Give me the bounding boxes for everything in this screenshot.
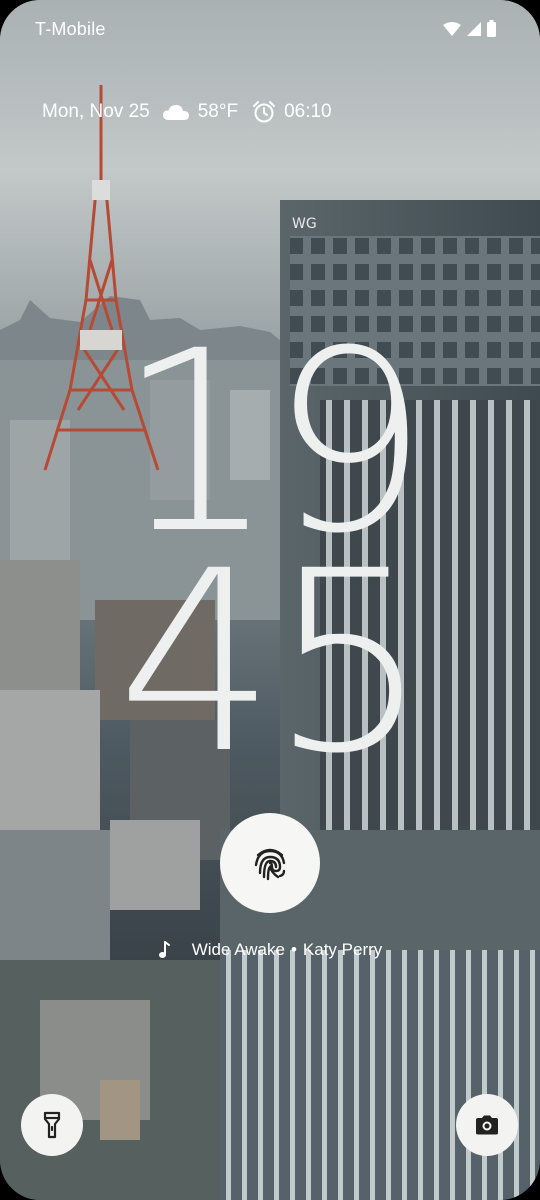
signal-icon xyxy=(467,21,481,36)
separator-dot: • xyxy=(290,940,297,959)
status-icons xyxy=(443,20,496,37)
carrier-name: T-Mobile xyxy=(35,19,106,39)
music-note-icon xyxy=(158,941,170,959)
clock-minutes: 45 xyxy=(116,517,429,808)
date-text: Mon, Nov 25 xyxy=(42,101,150,122)
battery-icon xyxy=(487,20,496,37)
flashlight-icon xyxy=(43,1111,61,1139)
fingerprint-unlock-button[interactable] xyxy=(220,813,320,913)
fingerprint-icon xyxy=(250,843,290,883)
status-bar: T-Mobile xyxy=(0,0,540,60)
temperature-text: 58°F xyxy=(197,101,239,122)
now-playing[interactable]: Wide Awake • Katy Perry xyxy=(0,940,540,960)
song-title: Wide Awake xyxy=(191,940,285,959)
info-row: Mon, Nov 25 58°F 06:10 xyxy=(42,100,332,124)
alarm-time-text: 06:10 xyxy=(284,101,332,122)
camera-button[interactable] xyxy=(456,1094,518,1156)
wifi-icon xyxy=(443,21,461,36)
lock-screen: WG T-Mobile Mon, Nov 25 58°F 06:10 19 45… xyxy=(0,0,540,1200)
svg-text:WG: WG xyxy=(292,216,317,232)
artist-name: Katy Perry xyxy=(302,940,383,959)
alarm-clock-icon xyxy=(252,100,276,124)
flashlight-button[interactable] xyxy=(21,1094,83,1156)
camera-icon xyxy=(475,1115,499,1135)
cloud-icon xyxy=(162,103,190,121)
